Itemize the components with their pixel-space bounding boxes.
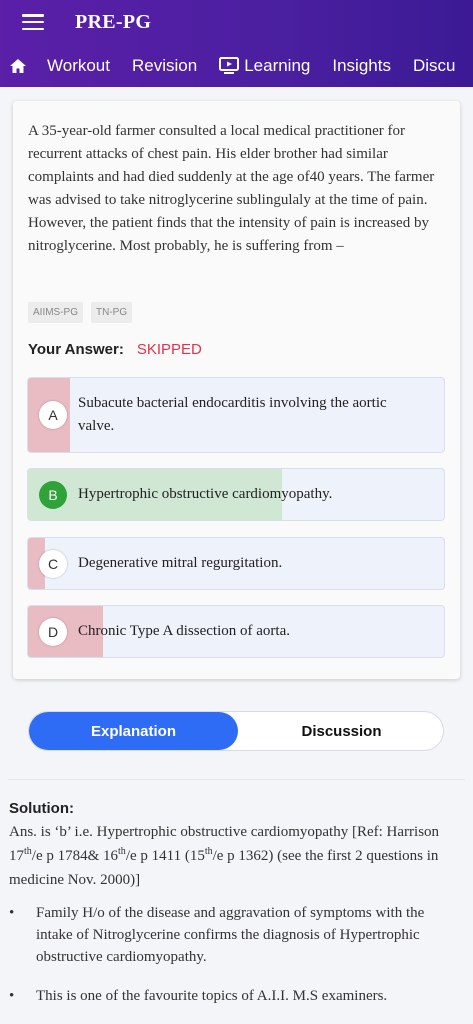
option-b[interactable]: B Hypertrophic obstructive cardiomyopath…	[27, 468, 445, 521]
option-d-letter: D	[39, 618, 67, 646]
discussion-tab[interactable]: Discussion	[238, 712, 445, 750]
solution-bullet: This is one of the favourite topics of A…	[9, 985, 464, 1007]
option-d[interactable]: D Chronic Type A dissection of aorta.	[27, 605, 445, 658]
your-answer-value: SKIPPED	[136, 341, 202, 358]
home-icon[interactable]	[0, 58, 36, 74]
option-b-letter: B	[39, 481, 67, 509]
tag-tnpg: TN-PG	[91, 302, 133, 323]
question-card: A 35-year-old farmer consulted a local m…	[13, 101, 460, 679]
solution-bullet: Family H/o of the disease and aggravatio…	[9, 902, 464, 968]
tab-revision-label: Revision	[132, 55, 198, 75]
tab-insights[interactable]: Insights	[321, 56, 402, 76]
solution-text-3: /e p 1411 (15	[125, 848, 205, 864]
option-c-letter: C	[39, 550, 67, 578]
menu-icon[interactable]	[22, 14, 44, 30]
solution-section: Solution: Ans. is ‘b’ i.e. Hypertrophic …	[9, 800, 464, 1024]
option-d-text: Chronic Type A dissection of aorta.	[78, 623, 290, 639]
option-c[interactable]: C Degenerative mitral regurgitation.	[27, 537, 445, 590]
solution-title: Solution:	[9, 800, 74, 817]
tab-discussion-label: Discu	[412, 55, 456, 75]
tag-aiims: AIIMS-PG	[28, 302, 84, 323]
explanation-tab[interactable]: Explanation	[29, 712, 238, 750]
tab-revision[interactable]: Revision	[121, 56, 208, 76]
option-b-text: Hypertrophic obstructive cardiomyopathy.	[78, 486, 333, 502]
exam-tags: AIIMS-PG TN-PG	[28, 302, 133, 323]
tab-insights-label: Insights	[332, 55, 391, 75]
app-header: PRE-PG Workout Revision Learning Insight…	[0, 0, 473, 87]
app-title: PRE-PG	[75, 10, 152, 33]
solution-bullets: Family H/o of the disease and aggravatio…	[9, 902, 464, 1007]
solution-answer: Ans. is ‘b’ i.e. Hypertrophic obstructiv…	[9, 820, 464, 892]
solution-sup-2: th	[118, 846, 126, 857]
play-screen-icon	[219, 57, 240, 74]
solution-text-2: /e p 1784& 16	[31, 848, 119, 864]
option-a-letter: A	[39, 401, 67, 429]
tab-workout-label: Workout	[47, 55, 110, 75]
tab-learning[interactable]: Learning	[208, 56, 321, 76]
question-text: A 35-year-old farmer consulted a local m…	[28, 123, 435, 254]
tab-discussion[interactable]: Discu	[402, 56, 467, 76]
divider	[8, 779, 465, 780]
tab-workout[interactable]: Workout	[36, 56, 121, 76]
nav-tabs: Workout Revision Learning Insights Discu	[0, 44, 473, 87]
tab-learning-label: Learning	[244, 55, 311, 75]
option-a[interactable]: A Subacute bacterial endocarditis involv…	[27, 377, 445, 453]
solution-sup-3: th	[204, 846, 213, 857]
explanation-discussion-toggle: Explanation Discussion	[28, 711, 444, 751]
option-a-text: Subacute bacterial endocarditis involvin…	[78, 395, 387, 434]
your-answer: Your Answer: SKIPPED	[28, 341, 202, 358]
your-answer-label: Your Answer:	[28, 341, 124, 358]
option-c-text: Degenerative mitral regurgitation.	[78, 555, 283, 571]
solution-sup-1: th	[24, 846, 32, 857]
